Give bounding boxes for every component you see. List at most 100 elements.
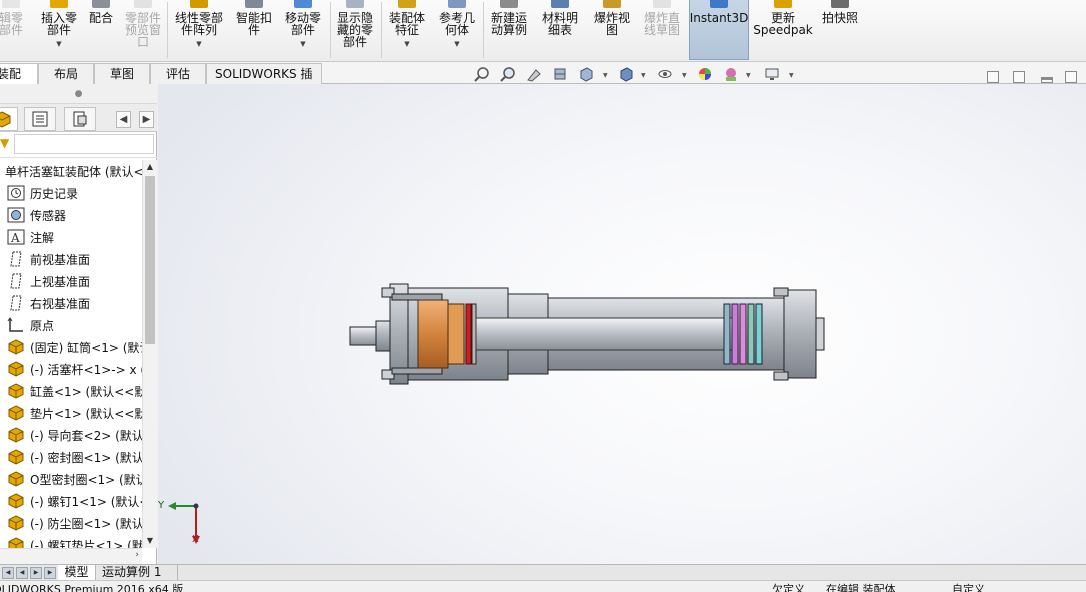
- minimize-window-icon[interactable]: [1041, 77, 1053, 83]
- reference-geometry-button[interactable]: 参考几 何体 ▼: [434, 0, 480, 60]
- prev-tab-icon[interactable]: ◀: [16, 567, 28, 579]
- hide-show-items-icon[interactable]: [656, 66, 674, 82]
- tab-sketch[interactable]: 草图: [94, 63, 150, 84]
- tree-item-history[interactable]: 历史记录: [0, 182, 142, 204]
- explode-line-icon: [653, 0, 671, 8]
- tree-item-cylinder-cap[interactable]: 缸盖<1> (默认<<默: [0, 380, 142, 402]
- tree-item-right-plane[interactable]: 右视基准面: [0, 292, 142, 314]
- assembly-feature-icon: [398, 0, 416, 8]
- take-snapshot-button[interactable]: 拍快照: [816, 0, 864, 60]
- tab-model[interactable]: 模型: [58, 565, 96, 581]
- first-tab-icon[interactable]: ◀: [2, 567, 14, 579]
- chevron-down-icon[interactable]: ▼: [746, 72, 751, 79]
- exploded-view-button[interactable]: 爆炸视 图: [588, 0, 636, 60]
- insert-component-button[interactable]: 插入零 部件 ▼: [36, 0, 82, 60]
- show-hidden-components-button[interactable]: 显示隐 藏的零 部件: [332, 0, 378, 60]
- status-units[interactable]: 自定义: [952, 583, 985, 592]
- edit-appearance-icon[interactable]: [696, 66, 714, 82]
- panel-tab-prev-button[interactable]: ◀: [116, 111, 131, 128]
- panel-tab-next-button[interactable]: ▶: [139, 111, 154, 128]
- tab-feature-manager[interactable]: [0, 107, 18, 131]
- tree-item-screw[interactable]: (-) 螺钉1<1> (默认<: [0, 490, 142, 512]
- exploded-view-icon: [603, 0, 621, 8]
- ribbon-separator: [483, 2, 484, 58]
- tree-item-annotations[interactable]: A 注解: [0, 226, 142, 248]
- mate-button[interactable]: 配合: [86, 0, 116, 60]
- smart-fasteners-button[interactable]: 智能扣 件: [232, 0, 276, 60]
- tree-root-assembly[interactable]: 单杆活塞缸装配体 (默认<: [0, 160, 142, 182]
- tree-item-sensors[interactable]: 传感器: [0, 204, 142, 226]
- chevron-down-icon[interactable]: ▼: [682, 72, 687, 79]
- tree-item-piston-rod[interactable]: (-) 活塞杆<1>-> x (: [0, 358, 142, 380]
- tree-item-o-ring[interactable]: O型密封圈<1> (默认: [0, 468, 142, 490]
- tree-item-origin[interactable]: 原点: [0, 314, 142, 336]
- command-manager-tabs: 装配体 布局 草图 评估 SOLIDWORKS 插件: [0, 62, 1086, 101]
- zoom-to-fit-icon[interactable]: [473, 66, 491, 82]
- last-tab-icon[interactable]: ▶: [44, 567, 56, 579]
- component-preview-window-button[interactable]: 零部件 预览窗 口: [120, 0, 166, 60]
- scroll-down-icon[interactable]: ▼: [143, 534, 157, 548]
- tree-item-cylinder-barrel[interactable]: (固定) 缸筒<1> (默认: [0, 336, 142, 358]
- linear-component-pattern-button[interactable]: 线性零部 件阵列 ▼: [170, 0, 228, 60]
- tree-filter-input[interactable]: [14, 134, 154, 154]
- tab-configuration-manager[interactable]: [64, 107, 96, 131]
- edit-component-button[interactable]: 辑零 部件: [0, 0, 30, 60]
- next-tab-icon[interactable]: ▶: [30, 567, 42, 579]
- chevron-down-icon[interactable]: ▼: [196, 38, 201, 50]
- graphics-area[interactable]: Y X: [158, 84, 1086, 564]
- filter-icon[interactable]: ▼: [0, 136, 9, 150]
- status-product-name: SOLIDWORKS Premium 2016 x64 版: [0, 583, 184, 592]
- tab-assembly[interactable]: 装配体: [0, 63, 38, 101]
- part-icon: [6, 404, 26, 422]
- tab-solidworks-addins[interactable]: SOLIDWORKS 插件: [206, 63, 322, 101]
- section-view-icon[interactable]: [551, 66, 569, 82]
- apply-scene-icon[interactable]: [722, 66, 740, 82]
- tree-vertical-scrollbar[interactable]: ▲ ▼: [142, 160, 157, 548]
- instant3d-button[interactable]: Instant3D: [689, 0, 749, 60]
- tree-item-guide-sleeve[interactable]: (-) 导向套<2> (默认: [0, 424, 142, 446]
- tab-motion-study-1[interactable]: 运动算例 1: [96, 565, 178, 581]
- feature-tree-icon: [0, 111, 11, 128]
- scroll-up-icon[interactable]: ▲: [143, 160, 157, 174]
- tree-horizontal-scrollbar[interactable]: ›: [0, 548, 142, 564]
- assembly-features-button[interactable]: 装配体 特征 ▼: [384, 0, 430, 60]
- panel-grip[interactable]: ●: [0, 84, 157, 104]
- feature-manager-panel: ● ◀ ▶ ▼ 单杆活塞缸装配体 (默认< 历史记录 传感器 A 注解 前视基准…: [0, 84, 157, 564]
- ribbon-separator: [381, 2, 382, 58]
- tab-property-manager[interactable]: [24, 107, 56, 131]
- tab-layout[interactable]: 布局: [38, 63, 94, 84]
- chevron-down-icon[interactable]: ▼: [404, 38, 409, 50]
- chevron-down-icon[interactable]: ▼: [454, 38, 459, 50]
- restore-window-icon[interactable]: [987, 71, 999, 83]
- bill-of-materials-button[interactable]: 材料明 细表: [536, 0, 584, 60]
- display-style-icon[interactable]: [617, 66, 635, 82]
- chevron-down-icon[interactable]: ▼: [300, 38, 305, 50]
- origin-icon: [6, 316, 26, 334]
- hydraulic-cylinder-model[interactable]: [348, 274, 828, 394]
- tree-item-top-plane[interactable]: 上视基准面: [0, 270, 142, 292]
- chevron-down-icon[interactable]: ▼: [641, 72, 646, 79]
- tree-item-dust-ring[interactable]: (-) 防尘圈<1> (默认: [0, 512, 142, 534]
- scroll-right-icon[interactable]: ›: [135, 550, 139, 560]
- maximize-window-icon[interactable]: [1065, 71, 1077, 83]
- chevron-down-icon[interactable]: ▼: [56, 38, 61, 50]
- status-editing: 在编辑 装配体: [826, 583, 896, 592]
- explode-line-sketch-button[interactable]: 爆炸直 线草图: [638, 0, 686, 60]
- tab-evaluate[interactable]: 评估: [150, 63, 206, 84]
- chevron-down-icon[interactable]: ▼: [603, 72, 608, 79]
- tree-item-front-plane[interactable]: 前视基准面: [0, 248, 142, 270]
- view-orientation-icon[interactable]: [577, 66, 595, 82]
- view-settings-icon[interactable]: [763, 66, 781, 82]
- chevron-down-icon[interactable]: ▼: [789, 72, 794, 79]
- move-component-button[interactable]: 移动零 部件 ▼: [280, 0, 326, 60]
- camera-icon: [831, 0, 849, 8]
- new-motion-study-button[interactable]: 新建运 动算例: [486, 0, 532, 60]
- scroll-thumb[interactable]: [145, 176, 155, 344]
- previous-view-icon[interactable]: [525, 66, 543, 82]
- tree-item-seal-ring[interactable]: (-) 密封圈<1> (默认: [0, 446, 142, 468]
- tree-item-gasket[interactable]: 垫片<1> (默认<<默: [0, 402, 142, 424]
- tile-window-icon[interactable]: [1013, 71, 1025, 83]
- update-speedpak-button[interactable]: 更新 Speedpak: [752, 0, 814, 60]
- bom-icon: [551, 0, 569, 8]
- zoom-to-area-icon[interactable]: [499, 66, 517, 82]
